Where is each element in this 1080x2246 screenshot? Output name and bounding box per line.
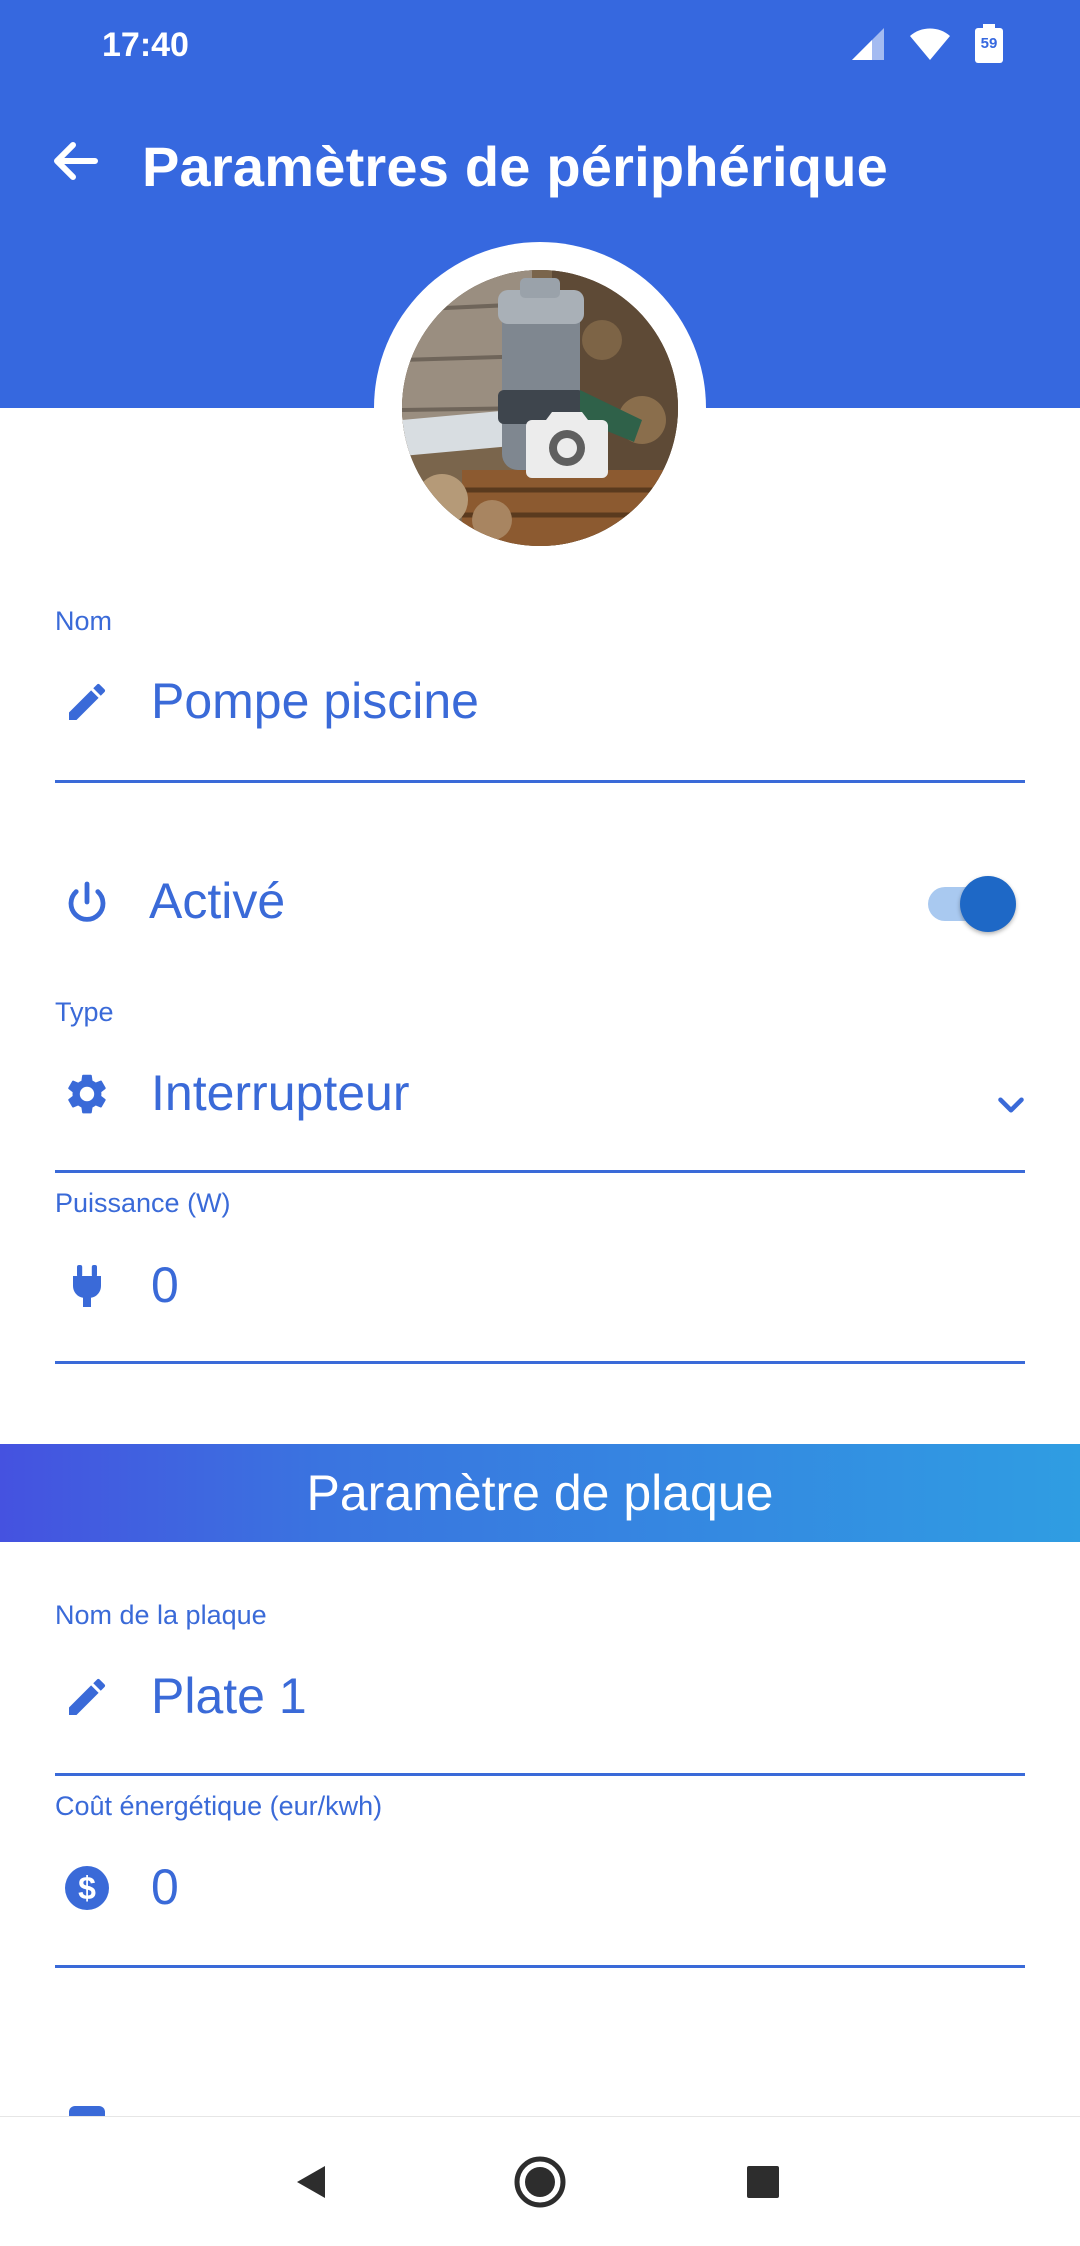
nav-home-icon [514, 2156, 566, 2208]
page-title: Paramètres de périphérique [142, 135, 888, 198]
plate-name-label: Nom de la plaque [55, 1600, 267, 1630]
nav-back-button[interactable] [276, 2147, 346, 2217]
energy-cost-field[interactable]: $ 0 [55, 1834, 1025, 1944]
power-label: Puissance (W) [55, 1188, 231, 1218]
active-row[interactable]: Activé [55, 846, 1025, 956]
svg-text:$: $ [78, 1870, 96, 1906]
change-photo-button[interactable] [526, 406, 608, 478]
name-underline [55, 780, 1025, 783]
plug-icon [73, 1265, 101, 1307]
plate-name-field[interactable]: Plate 1 [55, 1643, 1025, 1753]
arrow-back-icon [54, 142, 98, 180]
gear-icon [68, 1074, 106, 1114]
chevron-down-icon[interactable] [990, 1084, 1032, 1126]
status-bar: 17:40 59 [0, 0, 1080, 96]
plate-section-banner: Paramètre de plaque [0, 1444, 1080, 1542]
power-icon [68, 881, 106, 922]
energy-cost-underline [55, 1965, 1025, 1968]
status-icons: 59 [850, 23, 1004, 69]
name-value: Pompe piscine [151, 673, 479, 729]
active-label: Activé [149, 873, 286, 929]
type-dropdown[interactable]: Interrupteur [55, 1040, 1025, 1150]
device-photo-container [374, 242, 706, 574]
battery-level: 59 [980, 34, 998, 52]
nav-recents-icon [747, 2166, 779, 2198]
pencil-icon [69, 1678, 106, 1715]
battery-icon: 59 [974, 23, 1004, 69]
nav-back-icon [297, 2166, 325, 2198]
system-nav-bar [0, 2116, 1080, 2246]
type-underline [55, 1170, 1025, 1173]
back-button[interactable] [40, 126, 110, 196]
signal-icon [850, 26, 886, 67]
status-time: 17:40 [102, 26, 189, 64]
plate-name-underline [55, 1773, 1025, 1776]
wifi-icon [908, 26, 952, 67]
pencil-icon [69, 683, 106, 720]
power-value: 0 [151, 1257, 179, 1313]
type-value: Interrupteur [151, 1065, 410, 1121]
dollar-circle-icon: $ [65, 1866, 109, 1910]
nav-recents-button[interactable] [728, 2147, 798, 2217]
active-toggle[interactable] [926, 872, 1018, 934]
plate-section-title: Paramètre de plaque [306, 1465, 774, 1521]
type-label: Type [55, 997, 114, 1027]
camera-icon [526, 412, 608, 478]
nav-home-button[interactable] [505, 2147, 575, 2217]
toggle-knob [960, 876, 1016, 932]
name-field[interactable]: Pompe piscine [55, 648, 1025, 758]
energy-cost-value: 0 [151, 1859, 179, 1915]
name-label: Nom [55, 606, 113, 636]
device-photo[interactable] [402, 270, 678, 546]
power-field[interactable]: 0 [55, 1232, 1025, 1342]
energy-cost-label: Coût énergétique (eur/kwh) [55, 1791, 383, 1821]
plate-name-value: Plate 1 [151, 1668, 307, 1724]
power-underline [55, 1361, 1025, 1364]
